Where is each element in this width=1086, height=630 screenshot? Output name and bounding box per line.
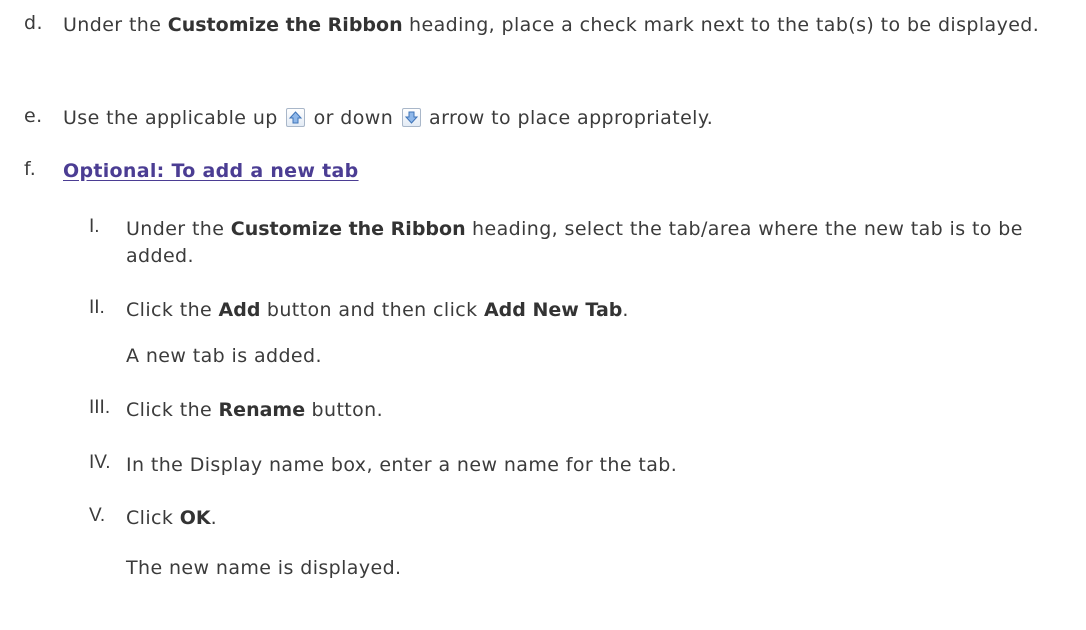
optional-add-tab-link[interactable]: Optional: To add a new tab bbox=[63, 160, 359, 182]
substep-text: In the Display name box, enter a new nam… bbox=[126, 454, 678, 476]
step-letter: e. bbox=[24, 105, 43, 127]
substep-numeral: II. bbox=[89, 297, 105, 318]
step-letter: f. bbox=[24, 158, 37, 180]
substep-text: Click OK. bbox=[126, 507, 218, 529]
substep-text: Click the Rename button. bbox=[126, 399, 384, 421]
substep-text: Under the Customize the Ribbon heading, … bbox=[126, 218, 1023, 267]
step-letter: d. bbox=[24, 12, 43, 34]
ui-term: OK bbox=[179, 507, 211, 529]
move-up-arrow-icon bbox=[286, 108, 306, 127]
substep-numeral: IV. bbox=[89, 452, 111, 473]
substep-text: Click the Add button and then click Add … bbox=[126, 299, 629, 321]
ui-term: Add New Tab bbox=[483, 299, 623, 321]
substep-result-note: The new name is displayed. bbox=[126, 557, 402, 579]
substep-numeral: III. bbox=[89, 397, 111, 418]
substep-numeral: V. bbox=[89, 505, 106, 526]
substep-result-note: A new tab is added. bbox=[126, 345, 322, 367]
ui-term: Customize the Ribbon bbox=[167, 14, 403, 36]
step-text: Under the Customize the Ribbon heading, … bbox=[63, 14, 1040, 36]
ui-term: Rename bbox=[218, 399, 306, 421]
ui-term: Customize the Ribbon bbox=[230, 218, 466, 240]
ui-term: Add bbox=[218, 299, 261, 321]
substep-numeral: I. bbox=[89, 216, 100, 237]
step-text: Use the applicable up or down arrow to p… bbox=[63, 107, 714, 129]
move-down-arrow-icon bbox=[401, 108, 421, 127]
